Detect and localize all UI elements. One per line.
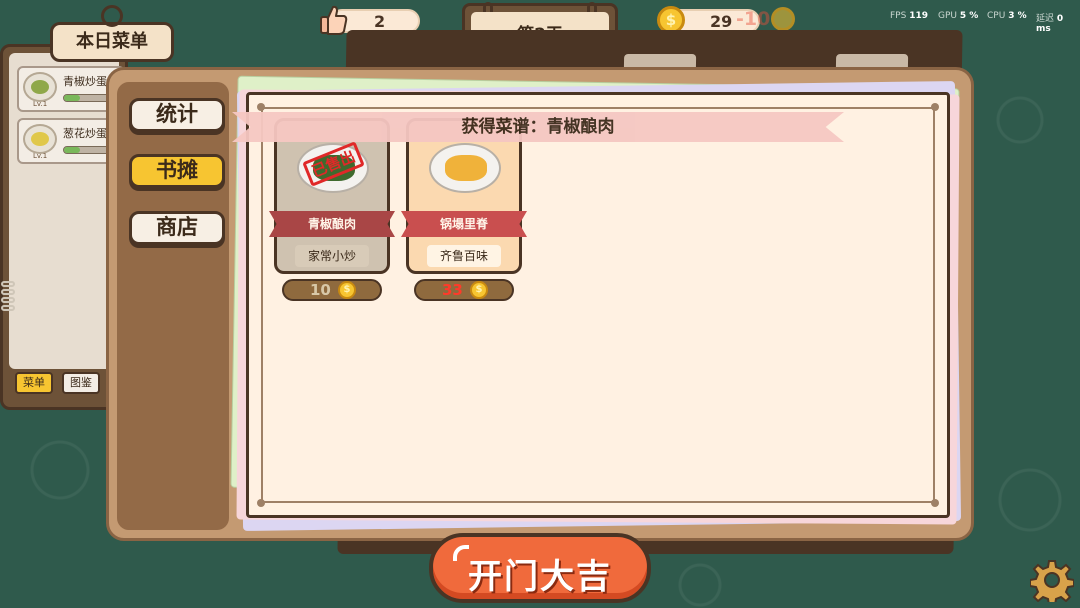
price-value: 10 [310, 281, 331, 299]
price-value: 33 [442, 281, 463, 299]
spiral-ring [1, 281, 15, 287]
corner-dot [931, 103, 939, 111]
recipe-category: 齐鲁百味 [427, 245, 501, 267]
coin-value: 29 [710, 12, 733, 31]
gold-coin-icon: $ [338, 281, 356, 299]
fps-stat: FPS 119 [890, 11, 928, 21]
menu-title-text: 本日菜单 [76, 31, 148, 52]
recipe-price: 33 $ [414, 279, 514, 301]
menu-title: 本日菜单 [50, 5, 174, 62]
gear-icon[interactable] [1030, 558, 1074, 602]
tab-collection[interactable]: 图鉴 [62, 372, 100, 394]
corner-dot [257, 499, 265, 507]
menu-item-name: 葱花炒蛋 [63, 127, 107, 140]
corner-dot [257, 103, 265, 111]
gpu-stat: GPU 5 % [938, 11, 979, 21]
stats-button[interactable]: 统计 [129, 98, 225, 132]
menu-item-level: Lv.1 [33, 100, 48, 108]
dish-icon [23, 72, 57, 102]
likes-value: 2 [374, 12, 386, 31]
recipe-price: 10 $ [282, 279, 382, 301]
cpu-stat: CPU 3 % [987, 11, 1027, 21]
gold-coin-icon: $ [470, 281, 488, 299]
spiral-ring [1, 305, 15, 311]
corner-dot [931, 499, 939, 507]
recipe-category: 家常小炒 [295, 245, 369, 267]
tenderloin-dish-icon [445, 155, 487, 181]
recipe-acquired-banner: 获得菜谱：青椒酿肉 [232, 112, 844, 142]
open-shop-label: 开门大吉 [468, 557, 612, 597]
thumbs-up-icon [320, 5, 348, 35]
bookstall-button[interactable]: 书摊 [129, 154, 225, 188]
shop-button[interactable]: 商店 [129, 211, 225, 245]
latency-stat: 延迟 0 ms [1036, 14, 1064, 34]
menu-item-level: Lv.1 [33, 152, 48, 160]
dish-icon [23, 124, 57, 154]
tab-menu[interactable]: 菜单 [15, 372, 53, 394]
spiral-ring [1, 297, 15, 303]
spiral-ring [1, 289, 15, 295]
coin-delta: -10 [736, 8, 771, 30]
coin-fly-icon [771, 7, 795, 31]
hanger-hook-icon [101, 5, 123, 27]
menu-item-name: 青椒炒蛋 [63, 75, 107, 88]
dish-plate-icon [429, 143, 501, 193]
recipe-name: 青椒酿肉 [269, 211, 395, 237]
recipe-name: 锅塌里脊 [401, 211, 527, 237]
open-shop-button[interactable]: 开门大吉 [429, 533, 651, 603]
sidebar: 统计 书摊 商店 [117, 82, 229, 530]
